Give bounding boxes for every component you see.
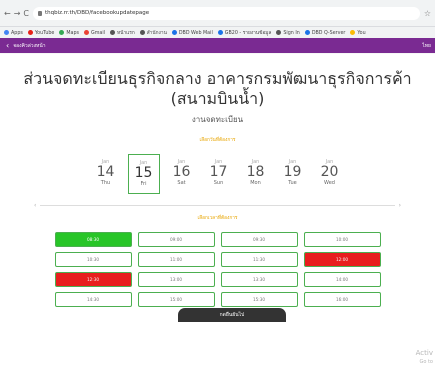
bookmark-label: Apps xyxy=(11,31,23,36)
date-option[interactable]: Jan 15 Fri xyxy=(127,154,160,194)
url-text: thqbiz.rr.th/DBD/facebookupdatepage xyxy=(45,10,150,16)
date-dow: Sun xyxy=(213,180,224,186)
bookmark-item[interactable]: You xyxy=(350,30,366,36)
bookmark-favicon-icon xyxy=(59,30,65,35)
date-scroll-track: ‹ › xyxy=(34,202,401,212)
bookmark-label: หน้าแรก xyxy=(117,31,135,36)
time-slot-button[interactable]: 10:30 xyxy=(54,252,132,267)
bookmark-item[interactable]: GB20 - รายงานข้อมูล xyxy=(217,29,272,37)
time-slot-button[interactable]: 12:30 xyxy=(54,272,132,287)
time-slot-button[interactable]: 12:00 xyxy=(303,252,381,267)
date-dow: Tue xyxy=(288,180,297,186)
date-day: 19 xyxy=(283,164,302,180)
date-option[interactable]: Jan 18 Mon xyxy=(241,154,271,192)
date-day: 14 xyxy=(96,164,115,180)
bookmark-favicon-icon xyxy=(4,30,9,35)
lock-icon xyxy=(38,10,42,16)
date-option[interactable]: Jan 14 Thu xyxy=(91,154,121,192)
time-slot-button[interactable]: 14:30 xyxy=(54,292,132,307)
time-slot-button[interactable]: 14:00 xyxy=(303,272,381,287)
bookmark-label: GB20 - รายงานข้อมูล xyxy=(224,31,272,36)
time-slot-grid: 08:30 09:00 09:30 10:00 10:30 11:00 11:30 12:00… xyxy=(0,232,435,307)
time-slot-button[interactable]: 13:30 xyxy=(220,272,298,287)
bookmark-label: สำนักงาน xyxy=(146,31,167,36)
time-slot-button[interactable]: 10:00 xyxy=(303,232,381,247)
booking-page: ส่วนจดทะเบียนธุรกิจกลาง อาคารกรมพัฒนาธุร… xyxy=(0,54,435,371)
app-header: ‹ จองคิวล่วงหน้า ไทย xyxy=(0,38,435,53)
date-option[interactable]: Jan 16 Sat xyxy=(167,154,197,192)
date-day: 20 xyxy=(320,164,339,180)
bookmark-label: You xyxy=(357,31,366,36)
forward-arrow-icon[interactable]: → xyxy=(14,9,21,18)
bookmark-star-icon[interactable]: ☆ xyxy=(424,9,431,18)
address-bar[interactable]: thqbiz.rr.th/DBD/facebookupdatepage xyxy=(33,6,420,20)
office-title: ส่วนจดทะเบียนธุรกิจกลาง อาคารกรมพัฒนาธุร… xyxy=(23,69,412,108)
bookmark-favicon-icon xyxy=(217,30,223,35)
bookmark-item[interactable]: หน้าแรก xyxy=(110,29,135,37)
back-icon[interactable]: ‹ xyxy=(6,41,9,50)
bookmark-item[interactable]: สำนักงาน xyxy=(139,29,167,37)
bookmark-label: DBD Web Mail xyxy=(178,31,213,36)
time-slot-button[interactable]: 11:30 xyxy=(220,252,298,267)
browser-nav: ← → C xyxy=(4,9,29,18)
windows-activation-watermark: Activ Go to xyxy=(416,349,433,366)
bookmark-favicon-icon xyxy=(304,30,310,35)
header-title: จองคิวล่วงหน้า xyxy=(13,42,46,49)
bookmark-item[interactable]: Apps xyxy=(4,30,23,36)
bookmark-favicon-icon xyxy=(27,30,33,35)
date-dow: Wed xyxy=(324,180,335,186)
time-slot-button[interactable]: 15:30 xyxy=(220,292,298,307)
bookmark-item[interactable]: Gmail xyxy=(84,30,105,36)
time-slot-button[interactable]: 16:00 xyxy=(303,292,381,307)
bookmark-favicon-icon xyxy=(171,30,177,35)
bookmark-favicon-icon xyxy=(84,30,90,35)
bookmark-label: Gmail xyxy=(91,31,106,36)
choose-date-label: เลือกวันที่ต้องการ xyxy=(199,138,236,143)
date-option[interactable]: Jan 17 Sun xyxy=(204,154,234,192)
back-arrow-icon[interactable]: ← xyxy=(4,9,11,18)
language-selector[interactable]: ไทย xyxy=(422,42,431,50)
time-slot-button[interactable]: 13:00 xyxy=(137,272,215,287)
date-option[interactable]: Jan 20 Wed xyxy=(315,154,345,192)
date-picker: Jan 14 Thu Jan 15 Fri Jan 16 Sat Jan 17 Sun Jan 18 Mon… xyxy=(0,154,435,194)
bookmark-favicon-icon xyxy=(276,30,282,35)
date-option[interactable]: Jan 19 Tue xyxy=(278,154,308,192)
time-slot-button[interactable]: 09:30 xyxy=(220,232,298,247)
watermark-line-2: Go to xyxy=(419,359,433,365)
bookmark-item[interactable]: DBD Web Mail xyxy=(171,30,213,36)
bookmark-label: YouTube xyxy=(34,31,55,36)
scroll-left-icon[interactable]: ‹ xyxy=(34,202,36,209)
confirm-button[interactable]: กดยืนยันไป xyxy=(178,308,286,322)
time-slot-button[interactable]: 08:30 xyxy=(54,232,132,247)
reload-icon[interactable]: C xyxy=(23,9,29,18)
bookmark-favicon-icon xyxy=(139,30,145,35)
bookmark-item[interactable]: Sign In xyxy=(276,30,300,36)
date-day: 17 xyxy=(209,164,228,180)
office-subtitle: งานจดทะเบียน xyxy=(191,115,244,124)
bookmark-item[interactable]: Maps xyxy=(59,30,79,36)
date-dow: Sat xyxy=(177,180,186,186)
bookmark-label: DBD Q-Server xyxy=(311,31,346,36)
browser-toolbar: ← → C thqbiz.rr.th/DBD/facebookupdatepag… xyxy=(0,0,435,27)
bookmark-item[interactable]: DBD Q-Server xyxy=(304,30,346,36)
time-slot-button[interactable]: 15:00 xyxy=(137,292,215,307)
time-slot-button[interactable]: 09:00 xyxy=(137,232,215,247)
date-day: 16 xyxy=(172,164,191,180)
date-dow: Fri xyxy=(140,181,147,187)
bookmark-favicon-icon xyxy=(350,30,356,35)
choose-time-label: เลือกเวลาที่ต้องการ xyxy=(197,216,238,221)
time-slot-button[interactable]: 11:00 xyxy=(137,252,215,267)
bookmark-item[interactable]: YouTube xyxy=(27,30,55,36)
bookmark-label: Sign In xyxy=(283,31,300,36)
watermark-line-1: Activ xyxy=(415,349,433,357)
date-day: 18 xyxy=(246,164,265,180)
bookmark-favicon-icon xyxy=(110,30,116,35)
date-dow: Mon xyxy=(250,180,261,186)
scroll-right-icon[interactable]: › xyxy=(399,202,401,209)
date-dow: Thu xyxy=(100,180,111,186)
bookmark-label: Maps xyxy=(66,31,80,36)
date-day: 15 xyxy=(134,165,153,181)
